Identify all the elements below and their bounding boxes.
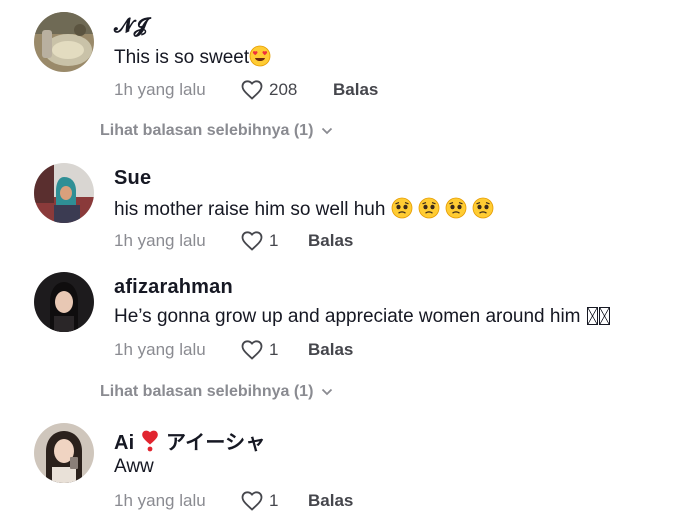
comment-time: 1h yang lalu [114,340,206,359]
comment-item: afizarahman He’s gonna grow up and appre… [0,260,686,370]
comment-username[interactable]: Sue [114,167,151,190]
avatar-image [34,12,94,72]
reply-button[interactable]: Balas [308,231,353,251]
like-button[interactable] [240,229,266,255]
comment-time: 1h yang lalu [114,231,206,250]
heart-outline-icon [241,231,263,251]
view-more-label: Lihat balasan selebihnya (1) [100,122,314,139]
view-more-label: Lihat balasan selebihnya (1) [100,383,314,400]
comment-text-body: This is so sweet [114,47,250,68]
reply-button[interactable]: Balas [333,80,378,100]
comment-meta: 1h yang lalu 1 Balas [114,229,514,255]
heart-eyes-emoji-icon [249,45,271,67]
comment-time: 1h yang lalu [114,80,206,99]
comment-text-body: He’s gonna grow up and appreciate women … [114,306,581,327]
heart-outline-icon [241,491,263,511]
avatar[interactable] [34,272,94,332]
comment-text: He’s gonna grow up and appreciate women … [114,306,610,328]
heart-outline-icon [241,80,263,100]
like-count: 1 [269,491,279,510]
red-heart-exclamation-icon [142,430,158,452]
chevron-down-icon [322,127,333,135]
comment-username[interactable]: afizarahman [114,276,233,299]
heart-outline-icon [241,340,263,360]
avatar-image [34,272,94,332]
pleading-face-emoji-icon [418,197,440,219]
like-button[interactable] [240,338,266,364]
pleading-face-emoji-icon [472,197,494,219]
comment-item: Sue his mother raise him so well huh 1h … [0,150,686,260]
pleading-face-emoji-icon [445,197,467,219]
comment-text-body: his mother raise him so well huh [114,199,386,220]
comment-meta: 1h yang lalu 1 Balas [114,338,514,364]
comment-time: 1h yang lalu [114,491,206,510]
view-more-replies[interactable]: Lihat balasan selebihnya (1) [100,383,333,401]
comment-meta: 1h yang lalu 208 Balas [114,78,514,104]
avatar[interactable] [34,12,94,72]
comment-item: Ai アイーシャ Aww 1h yang lalu 1 Balas [0,412,686,521]
username-prefix: Ai [114,432,135,454]
like-count: 1 [269,231,279,250]
missing-glyph-icon [586,307,598,325]
avatar-image [34,163,94,223]
chevron-down-icon [322,388,333,396]
emoji-group [391,197,499,220]
comment-text: his mother raise him so well huh [114,197,499,221]
comment-username[interactable]: Ai アイーシャ [114,426,266,455]
like-count: 1 [269,340,279,359]
reply-button[interactable]: Balas [308,491,353,511]
missing-glyph-icon [598,307,610,325]
username-suffix: アイーシャ [165,432,266,454]
avatar[interactable] [34,423,94,483]
pleading-face-emoji-icon [391,197,413,219]
like-count: 208 [269,80,298,99]
comment-meta: 1h yang lalu 1 Balas [114,489,514,515]
view-more-replies[interactable]: Lihat balasan selebihnya (1) [100,122,333,140]
avatar[interactable] [34,163,94,223]
comment-item: 𝓝𝓙 This is so sweet 1h yang lalu 208 Bal… [0,0,686,110]
like-button[interactable] [240,78,266,104]
like-button[interactable] [240,489,266,515]
comment-username[interactable]: 𝓝𝓙 [114,15,147,38]
avatar-image [34,423,94,483]
comment-text: Aww [114,456,154,477]
reply-button[interactable]: Balas [308,340,353,360]
comment-text: This is so sweet [114,45,271,69]
